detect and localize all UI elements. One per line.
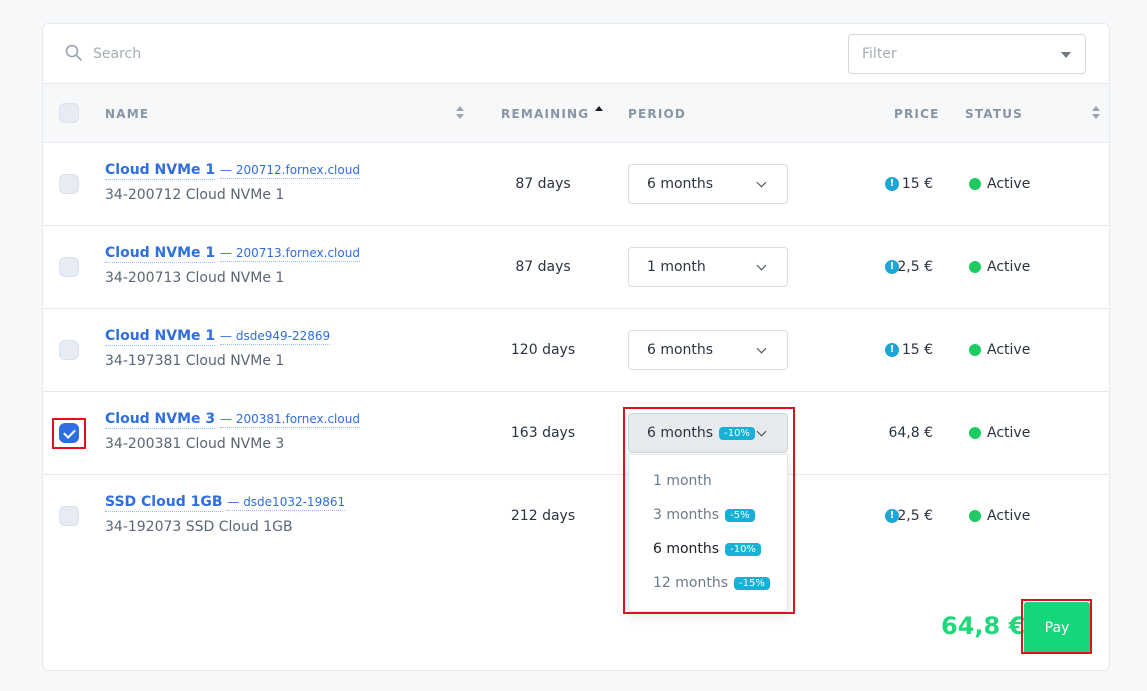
service-host[interactable]: — 200381.fornex.cloud (220, 412, 360, 428)
period-option-1-month[interactable]: 1 month (653, 473, 712, 489)
search-input[interactable] (93, 38, 493, 70)
remaining-days: 120 days (510, 342, 576, 358)
period-select[interactable]: 6 months (628, 330, 788, 370)
column-header-remaining[interactable]: REMAINING (501, 107, 589, 121)
table-row: Cloud NVMe 1 — dsde949-22869 34-197381 C… (43, 309, 1109, 392)
service-host[interactable]: — dsde949-22869 (220, 329, 331, 345)
column-header-price: PRICE (894, 107, 940, 121)
table-row-selected: Cloud NVMe 3 — 200381.fornex.cloud 34-20… (43, 392, 1109, 475)
remaining-days: 163 days (510, 425, 576, 441)
services-card: Filter NAME REMAINING PERIOD PRICE STATU… (42, 23, 1110, 671)
sort-icon-status[interactable] (1092, 106, 1100, 120)
period-option-3-months[interactable]: 3 months -5% (653, 507, 755, 523)
row-checkbox[interactable] (59, 506, 79, 526)
filter-placeholder: Filter (862, 46, 897, 62)
warning-icon[interactable]: ! (885, 343, 899, 357)
service-id: 34-192073 SSD Cloud 1GB (105, 519, 293, 535)
discount-badge: -10% (719, 427, 755, 440)
status-text: Active (987, 425, 1031, 441)
row-checkbox[interactable] (59, 257, 79, 277)
period-select-open[interactable]: 6 months -10% (628, 413, 788, 453)
service-host[interactable]: — 200712.fornex.cloud (220, 163, 360, 179)
service-id: 34-200713 Cloud NVMe 1 (105, 270, 285, 286)
period-option-12-months[interactable]: 12 months -15% (653, 575, 770, 591)
period-select[interactable]: 1 month (628, 247, 788, 287)
remaining-days: 87 days (515, 259, 571, 275)
chevron-down-icon (756, 177, 767, 188)
row-checkbox[interactable] (59, 340, 79, 360)
discount-badge: -15% (734, 577, 770, 590)
chevron-down-icon (756, 260, 767, 271)
status-text: Active (987, 259, 1031, 275)
status-dot-icon (969, 178, 981, 190)
sort-icon-name[interactable] (456, 106, 464, 120)
discount-badge: -10% (725, 543, 761, 556)
warning-icon[interactable]: ! (885, 177, 899, 191)
status-dot-icon (969, 344, 981, 356)
period-option-6-months[interactable]: 6 months -10% (653, 541, 761, 557)
search-icon (65, 44, 82, 61)
status-text: Active (987, 342, 1031, 358)
service-id: 34-200712 Cloud NVMe 1 (105, 187, 285, 203)
status-dot-icon (969, 510, 981, 522)
filter-select[interactable]: Filter (848, 34, 1086, 74)
table-row: Cloud NVMe 1 — 200713.fornex.cloud 34-20… (43, 226, 1109, 309)
pay-button[interactable]: Pay (1024, 602, 1090, 654)
service-host[interactable]: — dsde1032-19861 (227, 495, 346, 511)
service-name[interactable]: Cloud NVMe 1 — 200713.fornex.cloud (105, 245, 360, 263)
price: 15 € (901, 342, 933, 358)
discount-badge: -5% (725, 509, 755, 522)
toolbar: Filter (43, 24, 1109, 84)
column-header-status[interactable]: STATUS (965, 107, 1023, 121)
status-text: Active (987, 176, 1031, 192)
sort-icon-remaining[interactable] (595, 106, 603, 120)
period-dropdown-menu: 1 month 3 months -5% 6 months -10% 12 mont… (628, 454, 788, 612)
status-text: Active (987, 508, 1031, 524)
caret-down-icon (1061, 52, 1071, 58)
status-dot-icon (969, 427, 981, 439)
price: 15 € (901, 176, 933, 192)
service-name[interactable]: SSD Cloud 1GB — dsde1032-19861 (105, 494, 346, 512)
row-checkbox[interactable] (59, 423, 79, 443)
status-dot-icon (969, 261, 981, 273)
column-header-period: PERIOD (628, 107, 687, 121)
service-name[interactable]: Cloud NVMe 1 — dsde949-22869 (105, 328, 331, 346)
price: 2,5 € (897, 508, 933, 524)
service-name[interactable]: Cloud NVMe 1 — 200712.fornex.cloud (105, 162, 360, 180)
service-name[interactable]: Cloud NVMe 3 — 200381.fornex.cloud (105, 411, 360, 429)
remaining-days: 212 days (510, 508, 576, 524)
remaining-days: 87 days (515, 176, 571, 192)
service-id: 34-197381 Cloud NVMe 1 (105, 353, 285, 369)
service-host[interactable]: — 200713.fornex.cloud (220, 246, 360, 262)
total-amount: 64,8 € (941, 612, 1026, 640)
period-select[interactable]: 6 months (628, 164, 788, 204)
table-header: NAME REMAINING PERIOD PRICE STATUS (43, 84, 1109, 143)
service-id: 34-200381 Cloud NVMe 3 (105, 436, 285, 452)
table-row: SSD Cloud 1GB — dsde1032-19861 34-192073… (43, 475, 1109, 558)
table-row: Cloud NVMe 1 — 200712.fornex.cloud 34-20… (43, 143, 1109, 226)
column-header-name[interactable]: NAME (105, 107, 149, 121)
price: 2,5 € (897, 259, 933, 275)
chevron-down-icon (756, 426, 767, 437)
row-checkbox[interactable] (59, 174, 79, 194)
price: 64,8 € (888, 425, 933, 441)
chevron-down-icon (756, 343, 767, 354)
select-all-checkbox[interactable] (59, 103, 79, 123)
